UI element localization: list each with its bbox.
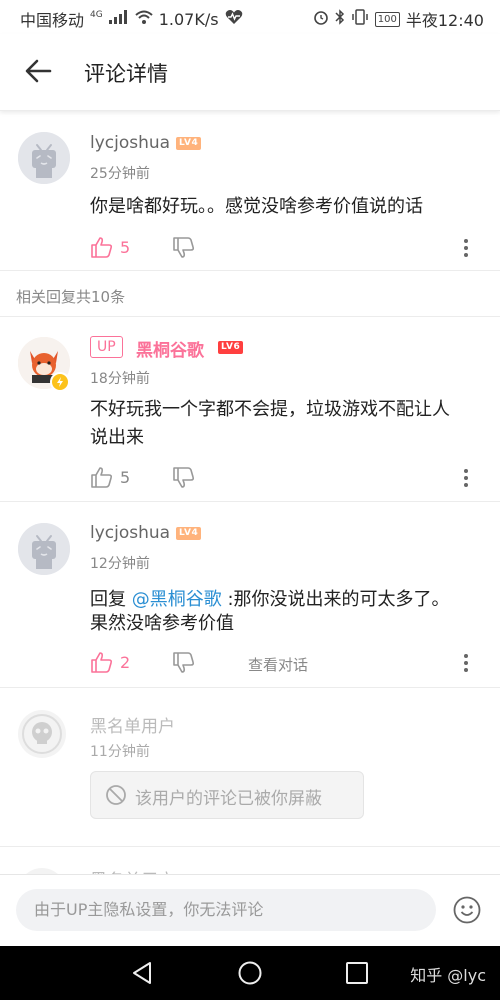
reply-content-line: 果然没啥参考价值 xyxy=(90,613,234,634)
blocked-comment-notice: 该用户的评论已被你屏蔽 xyxy=(90,771,364,819)
verified-badge-icon xyxy=(50,372,70,392)
heart-rate-icon xyxy=(225,9,243,29)
divider xyxy=(0,846,500,847)
circle-home-icon xyxy=(238,961,262,985)
view-conversation-link[interactable]: 查看对话 xyxy=(248,654,308,675)
more-icon[interactable] xyxy=(462,238,470,262)
page-title: 评论详情 xyxy=(84,62,168,86)
square-recents-icon xyxy=(346,962,368,984)
thumbs-down-icon xyxy=(173,652,195,673)
like-count: 5 xyxy=(120,238,131,257)
emoji-button[interactable] xyxy=(452,895,482,925)
like-count: 5 xyxy=(120,468,131,487)
clock: 半夜12:40 xyxy=(405,11,484,30)
dislike-button[interactable] xyxy=(172,466,196,490)
thumbs-up-icon xyxy=(91,652,113,673)
network-speed: 1.07K/s xyxy=(158,9,219,29)
vibrate-icon xyxy=(351,9,369,29)
avatar xyxy=(18,710,66,758)
avatar[interactable] xyxy=(18,523,70,575)
screen: 中国移动 4G 1.07K/s 100 半夜12:40 评论详情 lycjosh… xyxy=(0,0,500,1000)
divider xyxy=(0,501,500,502)
arrow-left-icon xyxy=(25,59,52,83)
like-count: 2 xyxy=(120,653,131,672)
divider xyxy=(0,270,500,271)
thumbs-up-icon xyxy=(91,467,113,488)
like-button[interactable] xyxy=(90,650,114,674)
up-tag: UP xyxy=(90,336,123,358)
level-badge: LV6 xyxy=(218,341,244,354)
thumbs-down-icon xyxy=(173,237,195,258)
comment-content: 你是啥都好玩。。感觉没啥参考价值说的话 xyxy=(90,196,423,217)
alarm-icon xyxy=(313,9,329,29)
reply-text: :那你没说出来的可太多了。 xyxy=(227,589,450,610)
status-bar: 中国移动 4G 1.07K/s 100 半夜12:40 xyxy=(0,0,500,34)
reply-username: 黑名单用户 xyxy=(90,717,175,737)
emoji-icon xyxy=(453,896,481,924)
carrier-label: 中国移动 xyxy=(20,11,85,30)
app-header: 评论详情 xyxy=(0,34,500,111)
mention-link[interactable]: @黑桐谷歌 xyxy=(132,589,222,610)
like-button[interactable] xyxy=(90,465,114,489)
watermark: 知乎 @lyc xyxy=(410,966,486,985)
more-icon[interactable] xyxy=(462,468,470,492)
divider xyxy=(0,687,500,688)
reply-time: 12分钟前 xyxy=(90,556,150,572)
reply-username[interactable]: lycjoshua xyxy=(90,523,170,543)
nav-back-button[interactable] xyxy=(130,960,156,986)
signal-icon xyxy=(108,10,129,28)
thumbs-down-icon xyxy=(173,467,195,488)
reply-prefix: 回复 xyxy=(90,589,126,610)
level-badge: LV4 xyxy=(176,137,202,150)
replies-count-label: 相关回复共10条 xyxy=(16,288,126,306)
comment-time: 25分钟前 xyxy=(90,166,150,182)
triangle-back-icon xyxy=(133,962,151,984)
system-nav-bar: 知乎 @lyc xyxy=(0,946,500,1000)
default-avatar-icon xyxy=(18,523,70,575)
comment-input-bar: 由于UP主隐私设置，你无法评论 xyxy=(0,874,500,947)
more-icon[interactable] xyxy=(462,653,470,677)
reply-time: 11分钟前 xyxy=(90,744,150,760)
reply-username[interactable]: 黑桐谷歌 xyxy=(136,336,204,361)
dislike-button[interactable] xyxy=(172,651,196,675)
battery-icon: 100 xyxy=(374,11,400,27)
skull-avatar-icon xyxy=(22,714,62,754)
back-button[interactable] xyxy=(22,54,56,88)
comment-username[interactable]: lycjoshua xyxy=(90,133,170,153)
status-right: 100 半夜12:40 xyxy=(313,7,484,31)
comment-input[interactable]: 由于UP主隐私设置，你无法评论 xyxy=(16,889,436,931)
blocked-text: 该用户的评论已被你屏蔽 xyxy=(135,789,322,809)
nav-recents-button[interactable] xyxy=(344,960,370,986)
default-avatar-icon xyxy=(18,132,70,184)
like-button[interactable] xyxy=(90,235,114,259)
nav-home-button[interactable] xyxy=(237,960,263,986)
reply-content-line: 说出来 xyxy=(90,427,144,448)
dislike-button[interactable] xyxy=(172,236,196,260)
reply-content-line: 不好玩我一个字都不会提，垃圾游戏不配让人 xyxy=(90,399,450,420)
avatar[interactable] xyxy=(18,132,70,184)
thumbs-up-icon xyxy=(91,237,113,258)
status-left: 中国移动 4G 1.07K/s xyxy=(20,7,243,31)
bluetooth-icon xyxy=(335,9,345,29)
divider xyxy=(0,316,500,317)
reply-time: 18分钟前 xyxy=(90,371,150,387)
level-badge: LV4 xyxy=(176,527,202,540)
network-type: 4G xyxy=(90,10,103,20)
wifi-icon xyxy=(135,10,153,28)
block-icon xyxy=(105,784,127,806)
